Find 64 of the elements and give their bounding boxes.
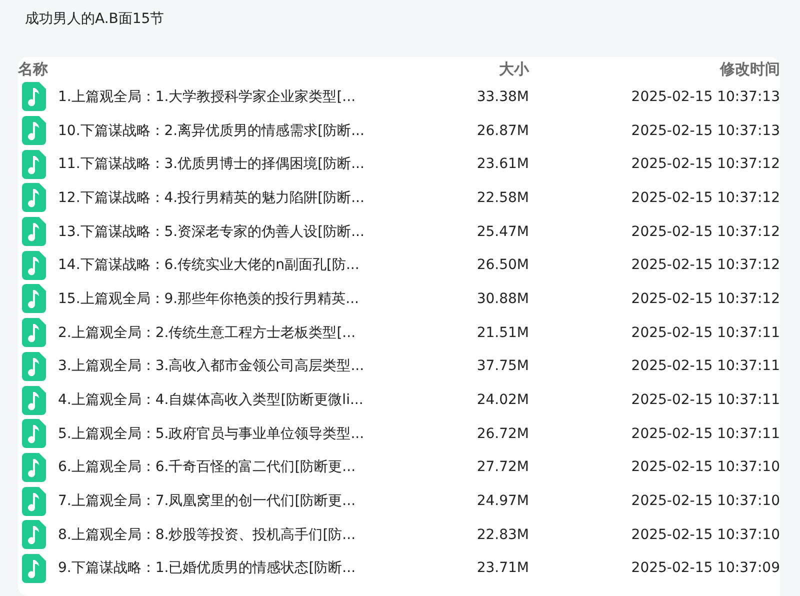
music-file-icon — [22, 150, 46, 179]
modified-time: 2025-02-15 10:37:09 — [631, 560, 780, 576]
modified-time: 2025-02-15 10:37:12 — [631, 257, 780, 274]
file-size: 21.51M — [476, 324, 529, 341]
column-header[interactable]: 修改时间 — [720, 60, 780, 78]
music-file-icon — [22, 486, 46, 516]
music-file-icon — [22, 419, 46, 448]
file-size: 33.38M — [476, 88, 529, 105]
file-name[interactable]: 14.下篇谋战略：6.传统实业大佬的n副面孔[防... — [58, 256, 360, 274]
file-name[interactable]: 13.下篇谋战略：5.资深老专家的伪善人设[防断... — [58, 222, 364, 241]
music-file-icon — [22, 452, 46, 482]
music-file-icon — [22, 250, 46, 280]
modified-time: 2025-02-15 10:37:12 — [631, 190, 780, 206]
file-name[interactable]: 15.上篇观全局：9.那些年你艳羡的投行男精英... — [58, 290, 359, 308]
file-name[interactable]: 4.上篇观全局：4.自媒体高收入类型[防断更微li... — [58, 391, 364, 410]
modified-time: 2025-02-15 10:37:10 — [631, 526, 780, 543]
modified-time: 2025-02-15 10:37:11 — [631, 358, 780, 374]
file-name[interactable]: 8.上篇观全局：8.炒股等投资、投机高手们[防... — [58, 526, 356, 544]
file-size: 22.58M — [476, 190, 529, 206]
music-file-icon — [22, 554, 46, 583]
modified-time: 2025-02-15 10:37:11 — [631, 426, 780, 442]
music-file-icon — [22, 386, 46, 415]
modified-time: 2025-02-15 10:37:12 — [631, 290, 780, 307]
music-file-icon — [22, 352, 46, 381]
file-size: 26.87M — [476, 122, 529, 139]
file-size: 25.47M — [476, 224, 529, 240]
modified-time: 2025-02-15 10:37:11 — [631, 324, 780, 341]
file-name[interactable]: 2.上篇观全局：2.传统生意工程方士老板类型[... — [58, 324, 356, 342]
music-file-icon — [22, 318, 46, 348]
file-name[interactable]: 7.上篇观全局：7.凤凰窝里的创一代们[防断更... — [58, 492, 356, 510]
music-file-icon — [22, 520, 46, 550]
file-name[interactable]: 1.上篇观全局：1.大学教授科学家企业家类型[... — [58, 88, 356, 106]
file-size: 24.02M — [476, 392, 529, 408]
modified-time: 2025-02-15 10:37:13 — [631, 88, 780, 105]
file-size: 22.83M — [476, 526, 529, 543]
file-name[interactable]: 6.上篇观全局：6.千奇百怪的富二代们[防断更... — [58, 458, 356, 476]
file-name[interactable]: 9.下篇谋战略：1.已婚优质男的情感状态[防断... — [58, 559, 356, 578]
file-name[interactable]: 5.上篇观全局：5.政府官员与事业单位领导类型... — [58, 424, 364, 443]
modified-time: 2025-02-15 10:37:10 — [631, 459, 780, 476]
column-header[interactable]: 大小 — [499, 60, 529, 78]
file-size: 30.88M — [476, 290, 529, 307]
music-file-icon — [22, 284, 46, 314]
file-size: 24.97M — [476, 493, 529, 510]
file-name[interactable]: 12.下篇谋战略：4.投行男精英的魅力陷阱[防断... — [58, 188, 364, 207]
folder-title: 成功男人的A.B面15节 — [25, 10, 166, 28]
modified-time: 2025-02-15 10:37:11 — [631, 392, 780, 408]
modified-time: 2025-02-15 10:37:12 — [631, 224, 780, 240]
file-size: 37.75M — [476, 358, 529, 374]
file-name[interactable]: 3.上篇观全局：3.高收入都市金领公司高层类型... — [58, 357, 364, 376]
file-name[interactable]: 11.下篇谋战略：3.优质男博士的择偶困境[防断... — [58, 155, 364, 174]
music-file-icon — [22, 116, 46, 146]
modified-time: 2025-02-15 10:37:13 — [631, 122, 780, 139]
modified-time: 2025-02-15 10:37:10 — [631, 493, 780, 510]
column-header[interactable]: 名称 — [18, 60, 48, 78]
music-file-icon — [22, 82, 46, 112]
modified-time: 2025-02-15 10:37:12 — [631, 156, 780, 172]
file-size: 23.61M — [476, 156, 529, 172]
file-size: 26.72M — [476, 426, 529, 442]
file-size: 27.72M — [476, 459, 529, 476]
music-file-icon — [22, 217, 46, 246]
file-size: 26.50M — [476, 257, 529, 274]
file-size: 23.71M — [476, 560, 529, 576]
file-name[interactable]: 10.下篇谋战略：2.离异优质男的情感需求[防断... — [58, 122, 364, 140]
music-file-icon — [22, 183, 46, 212]
